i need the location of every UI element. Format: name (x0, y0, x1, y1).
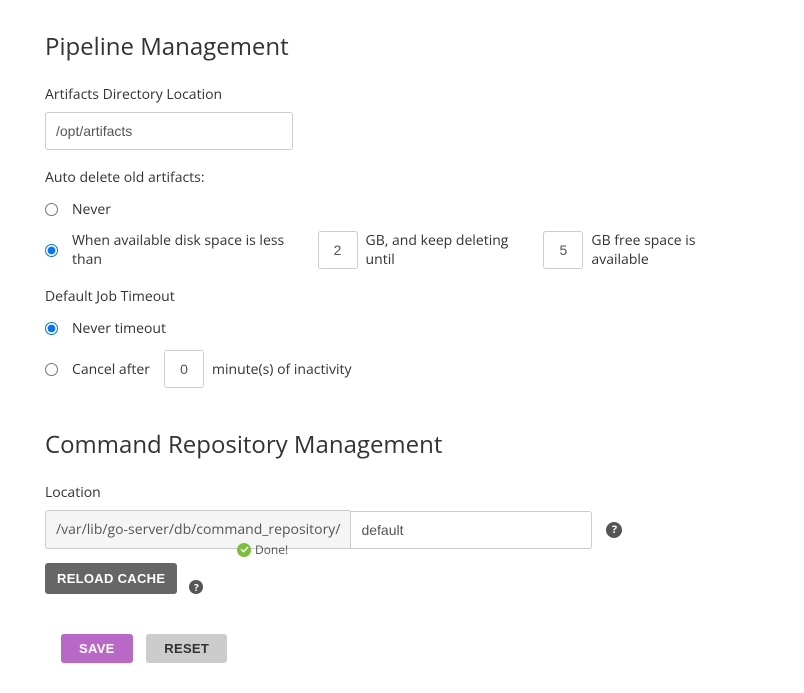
auto-delete-when-prefix: When available disk space is less than (72, 231, 310, 269)
save-button[interactable]: SAVE (61, 634, 133, 663)
pipeline-heading: Pipeline Management (45, 30, 759, 63)
job-timeout-minutes-input[interactable] (164, 350, 204, 388)
artifacts-dir-label: Artifacts Directory Location (45, 85, 759, 104)
command-repo-heading: Command Repository Management (45, 428, 759, 461)
auto-delete-target-input[interactable] (543, 231, 583, 269)
check-icon (237, 543, 251, 557)
command-repo-section: Command Repository Management Location /… (45, 428, 759, 594)
job-timeout-cancel-suffix: minute(s) of inactivity (212, 360, 352, 379)
job-timeout-label: Default Job Timeout (45, 287, 759, 306)
help-icon[interactable]: ? (606, 522, 622, 538)
auto-delete-when-suffix: GB free space is available (591, 231, 751, 269)
artifacts-dir-input[interactable] (45, 112, 293, 150)
pipeline-management-section: Pipeline Management Artifacts Directory … (45, 30, 759, 388)
reset-button[interactable]: RESET (146, 634, 227, 663)
job-timeout-never-label: Never timeout (72, 319, 166, 338)
reload-row: Done! RELOAD CACHE ? (45, 563, 759, 594)
location-label: Location (45, 483, 759, 502)
job-timeout-cancel-row: Cancel after minute(s) of inactivity (45, 350, 759, 388)
location-row: /var/lib/go-server/db/command_repository… (45, 510, 759, 549)
auto-delete-never-label: Never (72, 200, 111, 219)
reload-cache-button[interactable]: RELOAD CACHE (45, 563, 177, 594)
button-row: SAVE RESET (45, 634, 759, 663)
job-timeout-never-radio[interactable] (45, 322, 58, 335)
auto-delete-when-radio[interactable] (45, 244, 58, 257)
location-prefix: /var/lib/go-server/db/command_repository… (45, 510, 350, 549)
auto-delete-threshold-input[interactable] (318, 231, 358, 269)
done-text: Done! (255, 541, 288, 558)
auto-delete-never-radio[interactable] (45, 203, 58, 216)
auto-delete-when-mid: GB, and keep deleting until (366, 231, 536, 269)
auto-delete-when-row: When available disk space is less than G… (45, 231, 759, 269)
job-timeout-cancel-radio[interactable] (45, 363, 58, 376)
job-timeout-never-row: Never timeout (45, 316, 759, 340)
auto-delete-label: Auto delete old artifacts: (45, 168, 759, 187)
auto-delete-radio-group: Never When available disk space is less … (45, 197, 759, 269)
help-icon[interactable]: ? (189, 580, 203, 594)
job-timeout-cancel-prefix: Cancel after (72, 360, 150, 379)
location-input[interactable] (350, 511, 592, 549)
job-timeout-radio-group: Never timeout Cancel after minute(s) of … (45, 316, 759, 388)
auto-delete-never-row: Never (45, 197, 759, 221)
done-badge: Done! (237, 541, 288, 558)
